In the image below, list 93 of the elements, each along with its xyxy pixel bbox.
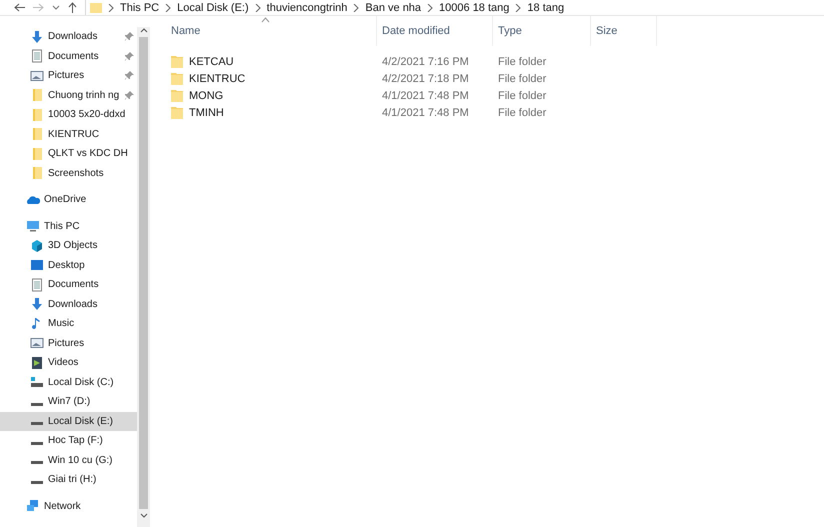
column-header[interactable]: Date modified (377, 16, 493, 46)
sidebar-item[interactable]: Videos (0, 353, 137, 372)
chevron-right-icon (108, 4, 114, 12)
file-name[interactable]: MONG (189, 90, 224, 102)
sidebar-item[interactable]: OneDrive (0, 190, 137, 210)
sidebar-item[interactable]: QLKT vs KDC DH (0, 144, 137, 164)
chevron-right-icon (515, 4, 522, 12)
type-cell: File folder (498, 90, 546, 102)
column-header[interactable]: Size (591, 16, 657, 46)
drive-icon (31, 480, 43, 484)
folder-icon (30, 108, 44, 122)
sidebar-item[interactable]: Documents (0, 275, 137, 294)
sidebar-item[interactable]: Downloads (0, 27, 137, 46)
file-name[interactable]: KIENTRUC (189, 72, 246, 84)
drive-icon (31, 461, 43, 464)
date-cell: 4/2/2021 7:18 PM (382, 72, 469, 84)
sidebar-item[interactable]: Desktop (0, 256, 137, 275)
desktop-icon (30, 258, 44, 272)
folder-icon (30, 88, 44, 102)
dropdown-chevron-icon[interactable] (52, 4, 60, 10)
sidebar-item[interactable]: Documents (0, 46, 137, 66)
forward-arrow-icon[interactable] (33, 3, 44, 12)
chevron-right-icon (254, 4, 261, 12)
scroll-down-icon[interactable] (140, 513, 148, 519)
breadcrumb[interactable]: 10006 18 tang (439, 2, 510, 14)
pin-icon[interactable] (125, 71, 134, 80)
date-cell: 4/1/2021 7:48 PM (382, 90, 469, 102)
sidebar-item[interactable]: Win 10 cu (G:) (0, 450, 137, 470)
cube-icon (30, 238, 44, 253)
breadcrumb[interactable]: Local Disk (E:) (177, 2, 249, 14)
sidebar-item[interactable]: Screenshots (0, 164, 137, 183)
drive-icon (31, 442, 43, 445)
drive-icon (30, 375, 44, 390)
chevron-right-icon (353, 4, 360, 12)
scrollbar[interactable] (137, 27, 150, 527)
sidebar-item[interactable]: Win7 (D:) (0, 392, 137, 412)
type-cell: File folder (498, 106, 546, 118)
breadcrumb[interactable]: This PC (120, 2, 160, 14)
breadcrumb[interactable]: Ban ve nha (365, 2, 422, 14)
chevron-right-icon (165, 4, 172, 12)
address-bar[interactable]: This PC Local Disk (E:) thuviencongtrinh Ban ve nha 10006 18 tang 18 tang (85, 0, 824, 15)
file-name[interactable]: TMINH (189, 106, 224, 118)
back-arrow-icon[interactable] (14, 3, 25, 12)
pin-icon[interactable] (125, 90, 134, 100)
date-cell: 4/1/2021 7:48 PM (382, 106, 469, 118)
sidebar-item[interactable]: 3D Objects (0, 236, 137, 256)
document-icon (30, 278, 44, 292)
sidebar-item[interactable]: Chuong trinh ng (0, 86, 137, 105)
folder-icon (90, 2, 102, 12)
folder-icon (171, 55, 183, 68)
chevron-right-icon (427, 4, 434, 12)
sidebar-item[interactable]: Downloads (0, 294, 137, 314)
pin-icon[interactable] (125, 32, 134, 42)
sidebar-item[interactable]: Pictures (0, 66, 137, 86)
breadcrumb[interactable]: thuviencongtrinh (266, 2, 348, 14)
down-arrow-icon (30, 30, 44, 44)
folder-icon (171, 89, 183, 102)
picture-icon (30, 68, 44, 83)
column-header[interactable]: Name (166, 16, 377, 46)
down-arrow-icon (30, 297, 44, 312)
sidebar-item[interactable]: KIENTRUC (0, 124, 137, 144)
sidebar-item[interactable]: This PC (0, 216, 137, 236)
type-cell: File folder (498, 72, 546, 84)
sidebar-item[interactable]: Pictures (0, 334, 137, 353)
monitor-icon (26, 219, 40, 234)
sidebar-item[interactable]: Local Disk (E:) (0, 412, 137, 431)
sidebar-item[interactable]: Giai tri (H:) (0, 470, 137, 490)
drive-icon (31, 402, 43, 406)
sidebar-item[interactable]: Hoc Tap (F:) (0, 431, 137, 450)
scrollbar-thumb[interactable] (139, 37, 148, 509)
column-header[interactable]: Type (493, 16, 591, 46)
breadcrumb[interactable]: 18 tang (527, 2, 564, 14)
sidebar-item[interactable]: 10003 5x20-ddxd (0, 105, 137, 124)
folder-icon (30, 166, 44, 180)
sidebar-item[interactable]: Network (0, 496, 137, 516)
folder-icon (30, 146, 44, 161)
folder-icon (171, 106, 183, 119)
up-arrow-icon[interactable] (68, 2, 77, 13)
folder-icon (171, 72, 183, 85)
document-icon (30, 49, 44, 64)
type-cell: File folder (498, 56, 546, 68)
network-icon (26, 499, 40, 514)
sort-caret-icon (261, 17, 270, 23)
pin-icon[interactable] (125, 52, 134, 61)
sidebar-item[interactable]: Local Disk (C:) (0, 372, 137, 392)
picture-icon (30, 336, 44, 350)
folder-icon (30, 127, 44, 142)
file-name[interactable]: KETCAU (189, 56, 234, 68)
drive-icon (31, 422, 43, 426)
film-icon (30, 356, 44, 370)
date-cell: 4/2/2021 7:16 PM (382, 56, 469, 68)
sidebar-item[interactable]: Music (0, 314, 137, 334)
scroll-up-icon[interactable] (140, 27, 148, 33)
